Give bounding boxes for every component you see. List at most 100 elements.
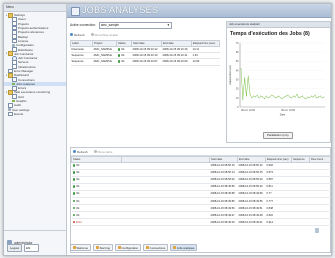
cell-text: 0.77 — [266, 192, 272, 196]
table-cell: 0.77 — [265, 190, 292, 198]
cell-text: 0.777 — [266, 199, 274, 203]
table-cell: 2008-10-15 08:49:56 — [237, 197, 266, 206]
data-point — [316, 97, 318, 99]
cell-text: 2008-10-15 09:10:16 — [162, 48, 188, 52]
show-hide-details-button[interactable]: Show/hide details — [90, 32, 119, 37]
status-text: Ok — [76, 213, 80, 217]
refresh-button[interactable]: Refresh — [70, 33, 85, 37]
status-text: Ok — [76, 199, 80, 203]
grid-refresh-label: Refresh — [77, 149, 88, 154]
grid-refresh-button[interactable]: Refresh — [73, 150, 88, 154]
table-row[interactable]: Ok 2008-10-15 08:49:55 2008-10-15 08:49:56… — [71, 197, 331, 206]
table-row[interactable]: Ok 2008-10-15 08:50:14 2008-10-15 08:50:15… — [71, 169, 331, 177]
data-point — [260, 95, 262, 97]
taskbar-tab[interactable]: Configuration — [115, 244, 142, 251]
table-row[interactable]: Ok 2008-10-15 08:49:50 2008-10-15 08:49:51… — [71, 204, 331, 213]
table-cell: Ok — [71, 204, 122, 213]
table-cell — [121, 190, 210, 198]
status-ok-icon — [117, 54, 121, 57]
table-cell: 0.848 — [265, 204, 292, 213]
taskbar-tab-label: Jobs analyses — [176, 245, 195, 250]
cell-text: 0.962 — [266, 164, 274, 168]
table-row[interactable]: Ok 2008-10-15 08:49:58 2008-10-15 08:49:59… — [71, 190, 331, 198]
window-icon — [73, 246, 76, 249]
taskbar-tab[interactable]: Welcome — [70, 244, 92, 251]
data-point — [271, 94, 273, 96]
data-point — [301, 95, 303, 97]
table-cell: AMC_SAMPLE — [92, 58, 117, 66]
x-axis-label: Date — [280, 113, 286, 117]
sidebar-item-label: Events — [13, 111, 24, 116]
taskbar-tab[interactable]: Start log — [93, 244, 114, 251]
cell-text: 2008-10-15 08:50:16 — [238, 164, 263, 168]
language-select[interactable]: EN — [24, 244, 39, 252]
cell-text: AMC_SAMPLE — [93, 60, 112, 64]
connection-select[interactable]: amc_sample ▼ — [98, 21, 172, 29]
status-ok-icon — [72, 199, 76, 203]
data-point — [256, 94, 258, 96]
data-point — [265, 95, 267, 97]
cell-text: Sequence — [71, 60, 84, 64]
taskbar-tab[interactable]: Jobs analyses — [170, 244, 198, 251]
data-point — [264, 98, 265, 100]
table-row[interactable]: Ok 2008-10-15 08:50:02 2008-10-15 08:50:03… — [71, 176, 331, 184]
y-tick-label: 50 — [236, 60, 239, 63]
cell-text: 14.11 — [192, 48, 200, 52]
taskbar-tab-label: Connections — [149, 245, 166, 250]
cell-text: Ok — [121, 54, 125, 58]
parallelism-button[interactable]: Parallelism (ms) — [263, 132, 293, 139]
data-point — [309, 97, 310, 99]
table-cell — [291, 211, 310, 220]
logout-button[interactable]: Logout — [7, 244, 23, 252]
data-point — [267, 97, 269, 99]
sidebar-title: Menu — [4, 4, 66, 12]
data-point — [320, 95, 321, 97]
cell-text: 2008-10-15 08:49:40 — [210, 220, 235, 224]
cell-text: 2008-10-15 08:49:50 — [210, 206, 235, 210]
trash-icon[interactable] — [315, 228, 319, 233]
cell-text: 2008-10-15 08:49:58 — [210, 192, 235, 196]
cell-text: 14.59 — [192, 60, 200, 64]
data-point — [246, 95, 247, 97]
taskbar: Welcome Start log Configuration Connections… — [70, 244, 320, 251]
show-table-button[interactable]: Show table — [93, 150, 112, 154]
connection-value: amc_sample — [100, 22, 119, 27]
application-window: Menu ▾ Settings Users Projects Projects auth… — [3, 3, 332, 256]
taskbar-tab[interactable]: Connections — [143, 244, 169, 251]
table-cell: 2008-10-15 08:50:15 — [237, 169, 266, 177]
table-row[interactable]: Ok 2008-10-15 08:49:59 2008-10-15 08:50:00… — [71, 183, 331, 191]
data-point — [269, 96, 271, 98]
table-cell — [309, 204, 331, 213]
data-point — [253, 95, 254, 97]
table-cell — [309, 176, 331, 184]
table-cell — [291, 183, 310, 191]
show-hide-label: Show/hide details — [94, 32, 119, 37]
y-tick-label: 60 — [236, 51, 239, 54]
taskbar-tab-label: Welcome — [76, 245, 89, 250]
cell-text: 2008-10-15 08:49:55 — [210, 199, 235, 203]
table-cell — [309, 162, 331, 170]
data-point — [303, 97, 305, 99]
table-row[interactable]: Error 2008-10-15 08:49:40 2008-10-15 08:49… — [71, 218, 331, 227]
jobs-table: Label Project Status Start date End date Elap… — [70, 40, 220, 66]
table-cell — [291, 218, 310, 227]
data-point — [296, 93, 298, 95]
taskbar-tab-label: Configuration — [121, 245, 139, 250]
table-row[interactable]: Ok 2008-10-15 08:49:47 2008-10-15 08:49:48… — [71, 211, 331, 220]
sidebar-item[interactable]: Events — [4, 111, 66, 117]
data-point — [311, 95, 312, 97]
table-cell — [309, 197, 331, 206]
data-point — [282, 98, 283, 100]
cell-text: 2008-10-15 08:49:48 — [238, 213, 263, 217]
status-ok-icon — [72, 192, 76, 196]
cell-text: 2008-10-15 08:49:47 — [210, 213, 235, 217]
table-cell: Ok — [71, 197, 122, 206]
cell-text: 2008-10-15 08:50:02 — [210, 178, 235, 182]
table-cell: 2008-10-15 08:50:14 — [209, 169, 238, 177]
status-text: Ok — [76, 185, 80, 189]
table-row[interactable]: Ok 2008-10-15 08:50:15 2008-10-15 08:50:16… — [71, 162, 331, 170]
data-point — [276, 96, 278, 98]
navigation-tree: ▾ Settings Users Projects Projects authoriza… — [4, 12, 66, 117]
cell-text: 2008-10-15 08:50:15 — [238, 171, 263, 175]
table-row[interactable]: Sequence AMC_SAMPLE Ok 2008-10-15 09:10:07 2… — [70, 58, 220, 66]
